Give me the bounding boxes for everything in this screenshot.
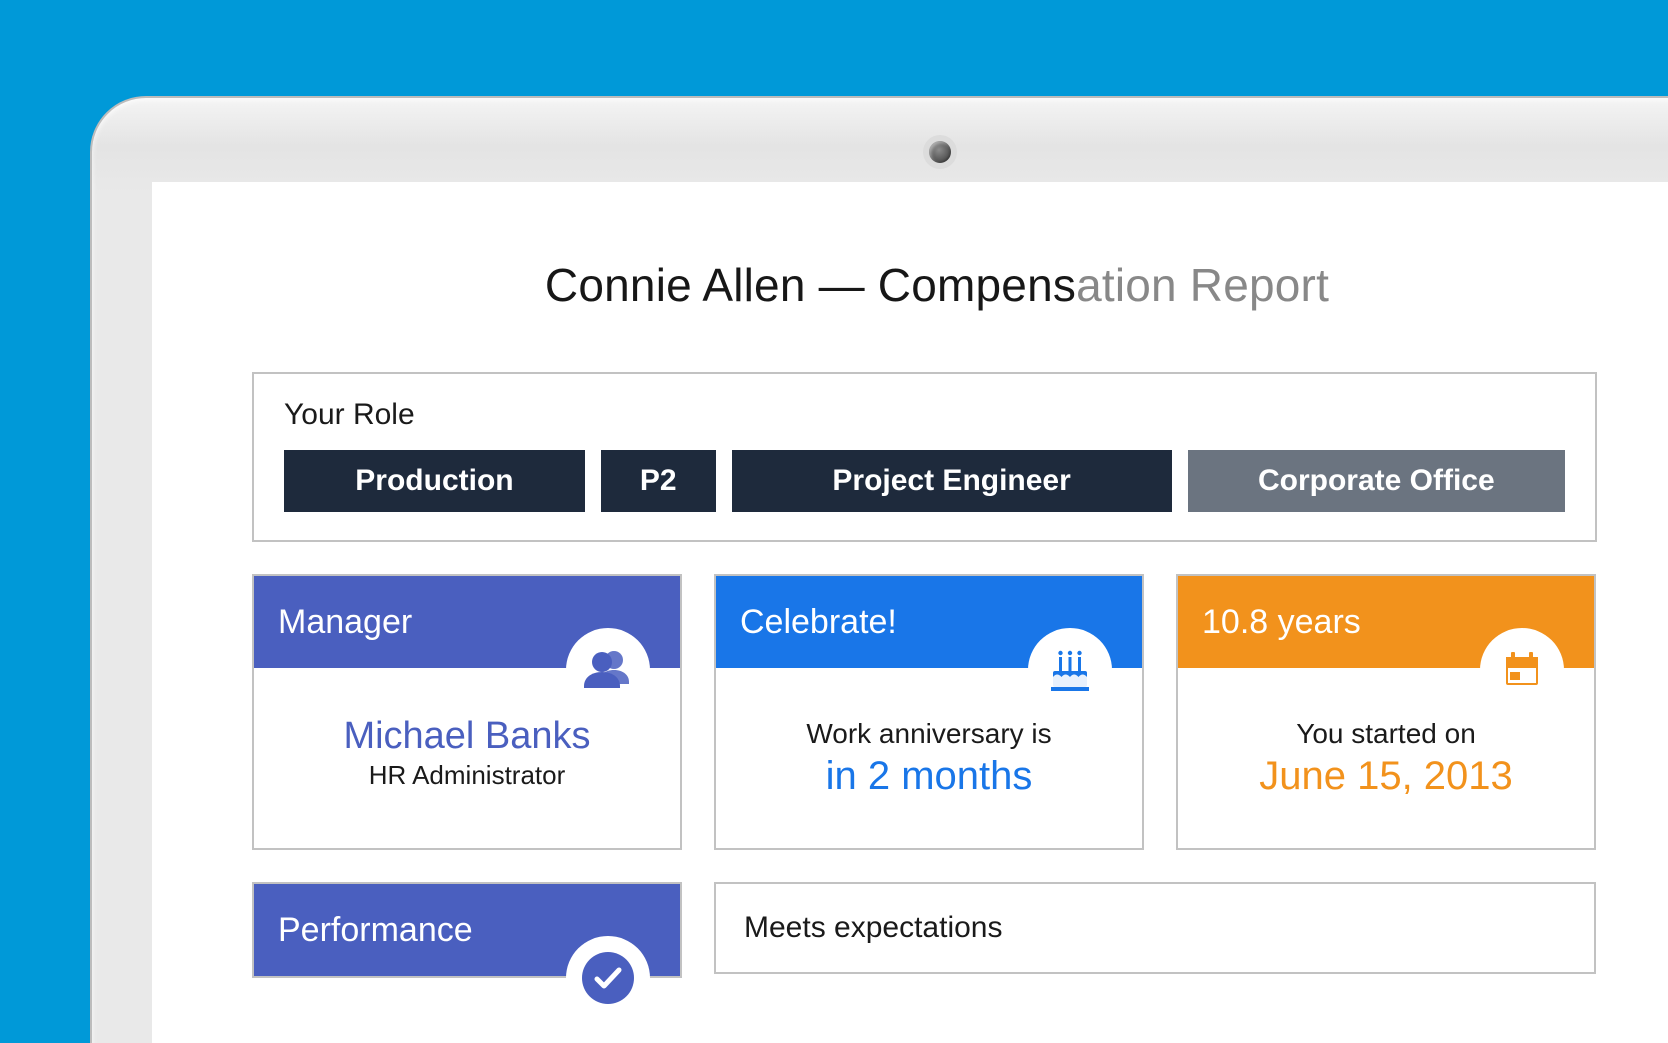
page-title-rest: ation Report [1076, 259, 1329, 311]
role-chip-project-engineer[interactable]: Project Engineer [732, 450, 1172, 512]
celebrate-card: Celebrate! [714, 574, 1144, 850]
your-role-label: Your Role [284, 398, 1565, 432]
role-chips: Production P2 Project Engineer Corporate… [284, 450, 1565, 512]
performance-status-text: Meets expectations [744, 911, 1002, 945]
page-title: Connie Allen — Compensation Report [372, 258, 1502, 312]
people-icon [566, 628, 650, 712]
calendar-icon [1480, 628, 1564, 712]
tenure-card: 10.8 years You started on June 15, 201 [1176, 574, 1596, 850]
device-camera [929, 141, 951, 163]
tenure-line1: You started on [1296, 718, 1476, 750]
row-2: Performance Meets expectations [252, 882, 1597, 978]
performance-card: Performance [252, 882, 682, 978]
performance-status-card: Meets expectations [714, 882, 1596, 974]
celebrate-line2: in 2 months [826, 754, 1033, 799]
manager-subtitle: HR Administrator [369, 760, 566, 791]
celebrate-line1: Work anniversary is [806, 718, 1051, 750]
tenure-card-header-label: 10.8 years [1202, 603, 1361, 642]
your-role-panel: Your Role Production P2 Project Engineer… [252, 372, 1597, 542]
cake-icon [1028, 628, 1112, 712]
page-title-emph: Connie Allen — Compens [545, 259, 1076, 311]
role-chip-p2[interactable]: P2 [601, 450, 716, 512]
check-icon [566, 936, 650, 1020]
celebrate-card-header-label: Celebrate! [740, 603, 897, 642]
role-chip-production[interactable]: Production [284, 450, 585, 512]
role-chip-corporate-office[interactable]: Corporate Office [1188, 450, 1565, 512]
screen: Connie Allen — Compensation Report Your … [152, 182, 1668, 1043]
performance-card-header: Performance [254, 884, 680, 976]
performance-card-header-label: Performance [278, 911, 473, 950]
manager-card: Manager Michael Banks HR Administrator [252, 574, 682, 850]
tenure-line2: June 15, 2013 [1259, 754, 1513, 799]
manager-card-header-label: Manager [278, 603, 412, 642]
manager-name: Michael Banks [343, 715, 590, 758]
cards-row: Manager Michael Banks HR Administrator [252, 574, 1597, 850]
